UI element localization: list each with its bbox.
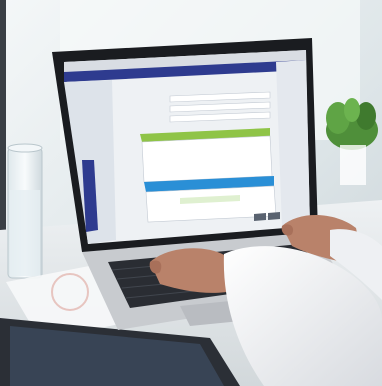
photo-scene xyxy=(0,0,382,386)
app-right-sidebar xyxy=(276,60,310,228)
laptop-screen xyxy=(64,50,310,244)
form-fields xyxy=(169,91,271,123)
form-panel xyxy=(141,135,273,183)
action-button-primary xyxy=(254,213,266,221)
water-glass xyxy=(7,143,43,279)
action-button-secondary xyxy=(268,212,280,220)
